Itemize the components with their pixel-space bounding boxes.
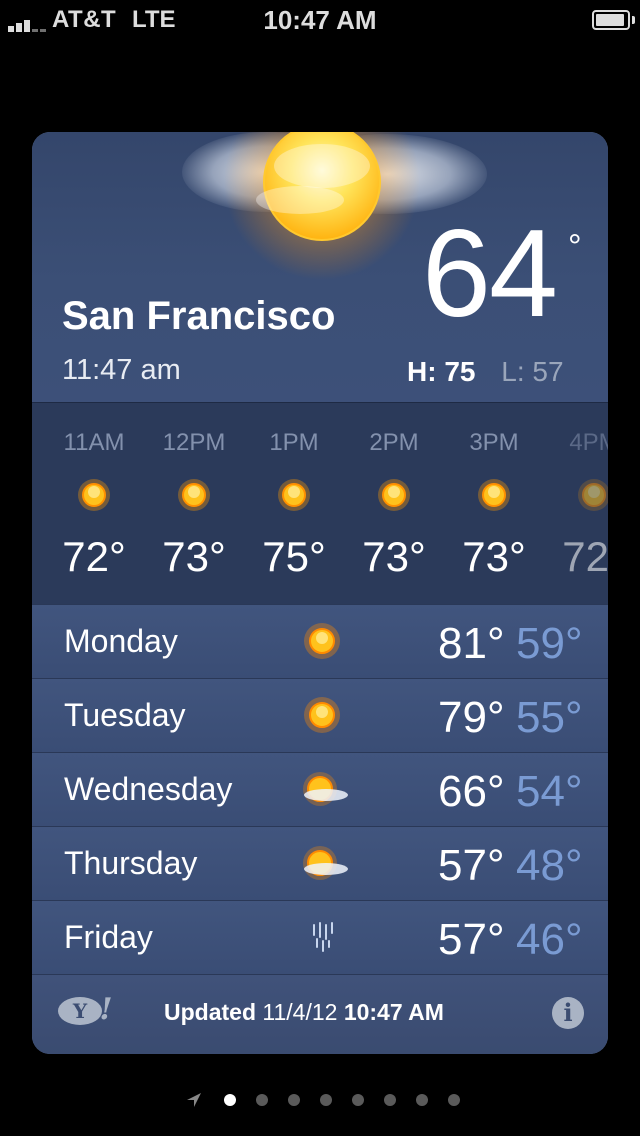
high-temp: H: 75 <box>407 356 476 387</box>
daily-row-friday: Friday 57° 46° <box>32 900 608 974</box>
day-high: 57° <box>438 841 505 890</box>
page-dot[interactable] <box>256 1094 268 1106</box>
page-dot[interactable] <box>416 1094 428 1106</box>
hour-temp: 72° <box>562 533 608 580</box>
hour-label: 3PM <box>469 429 519 456</box>
day-name: Monday <box>64 623 178 659</box>
day-low: 48° <box>516 841 583 890</box>
hour-label: 1PM <box>269 429 319 456</box>
page-dot[interactable] <box>288 1094 300 1106</box>
daily-row-monday: Monday 81° 59° <box>32 604 608 678</box>
day-name: Thursday <box>64 845 198 881</box>
partly-cloudy-icon <box>303 772 348 806</box>
day-low: 54° <box>516 767 583 816</box>
updated-date: 11/4/12 <box>262 999 338 1025</box>
daily-row-tuesday: Tuesday 79° 55° <box>32 678 608 752</box>
day-name: Friday <box>64 919 153 955</box>
page-dot[interactable] <box>384 1094 396 1106</box>
page-dot[interactable] <box>352 1094 364 1106</box>
daily-row-wednesday: Wednesday 66° 54° <box>32 752 608 826</box>
day-name: Wednesday <box>64 771 233 807</box>
sun-icon <box>78 479 110 511</box>
updated-timestamp: Updated 11/4/12 10:47 AM <box>164 999 444 1026</box>
updated-time: 10:47 AM <box>343 999 444 1025</box>
day-low: 46° <box>516 915 583 964</box>
weather-card[interactable]: San Francisco 11:47 am 64 ° H: 75 L: 57 … <box>32 132 608 1054</box>
day-high: 79° <box>438 693 505 742</box>
current-temperature: 64 <box>422 205 558 343</box>
city-name: San Francisco <box>62 294 336 338</box>
sun-icon <box>278 479 310 511</box>
high-low: H: 75 L: 57 <box>407 356 564 388</box>
rain-icon <box>313 922 333 952</box>
hour-label: 2PM <box>369 429 419 456</box>
sun-icon <box>578 479 608 511</box>
day-low: 55° <box>516 693 583 742</box>
page-indicator[interactable] <box>0 1090 640 1110</box>
card-footer: Y ! Updated 11/4/12 10:47 AM i <box>32 974 608 1054</box>
day-high: 57° <box>438 915 505 964</box>
status-bar: AT&T LTE 10:47 AM <box>0 0 640 40</box>
day-high: 66° <box>438 767 505 816</box>
sun-icon <box>378 479 410 511</box>
hour-label: 12PM <box>162 429 226 456</box>
day-name: Tuesday <box>64 697 186 733</box>
sun-icon <box>304 697 340 733</box>
sun-icon <box>304 623 340 659</box>
location-arrow-icon <box>187 1093 201 1107</box>
day-low: 59° <box>516 619 583 668</box>
sun-icon <box>478 479 510 511</box>
hourly-forecast[interactable]: 11AM 72° 12PM 73° 1PM 75° 2PM 73° 3PM 73… <box>32 402 608 606</box>
degree-symbol: ° <box>568 228 582 266</box>
yahoo-logo-icon[interactable]: Y ! <box>56 991 114 1027</box>
day-high: 81° <box>438 619 505 668</box>
hour-label: 4PM <box>569 429 608 456</box>
svg-text:Y: Y <box>72 999 88 1023</box>
sun-icon <box>178 479 210 511</box>
page-dot-active[interactable] <box>224 1094 236 1106</box>
page-dot[interactable] <box>320 1094 332 1106</box>
hour-temp: 75° <box>262 533 326 580</box>
info-button[interactable]: i <box>552 997 584 1029</box>
hour-temp: 72° <box>62 533 126 580</box>
hour-label: 11AM <box>63 429 125 456</box>
battery-icon <box>592 10 635 30</box>
status-time: 10:47 AM <box>263 5 377 35</box>
local-time: 11:47 am <box>62 354 181 386</box>
partly-cloudy-icon <box>303 846 348 880</box>
current-conditions: San Francisco 11:47 am 64 ° H: 75 L: 57 <box>32 132 608 402</box>
updated-label: Updated <box>164 999 256 1025</box>
hour-temp: 73° <box>362 533 426 580</box>
hour-temp: 73° <box>462 533 526 580</box>
svg-text:!: ! <box>99 992 112 1027</box>
daily-row-thursday: Thursday 57° 48° <box>32 826 608 900</box>
low-temp: L: 57 <box>501 356 564 387</box>
page-dot[interactable] <box>448 1094 460 1106</box>
hour-temp: 73° <box>162 533 226 580</box>
